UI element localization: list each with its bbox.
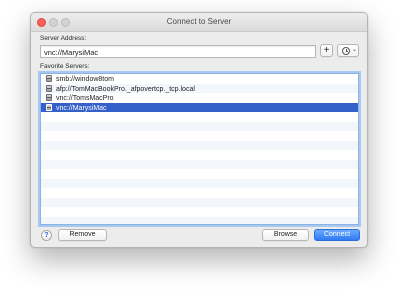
empty-row xyxy=(41,140,358,150)
favorite-servers-list[interactable]: smb://window8tom afp://TomMacBookPro._af… xyxy=(40,73,359,225)
help-button[interactable]: ? xyxy=(41,230,52,241)
empty-row xyxy=(41,216,358,224)
add-favorite-button[interactable]: + xyxy=(320,44,333,57)
connect-button[interactable]: Connect xyxy=(314,229,360,241)
list-item[interactable]: smb://window8tom xyxy=(41,74,358,84)
server-icon xyxy=(46,103,52,111)
server-icon xyxy=(46,84,52,92)
empty-row xyxy=(41,169,358,179)
list-item[interactable]: vnc://TomsMacPro xyxy=(41,93,358,103)
list-item-label: vnc://MarysiMac xyxy=(56,104,107,112)
favorite-servers-label: Favorite Servers: xyxy=(40,63,90,70)
empty-row xyxy=(41,150,358,160)
recent-servers-button[interactable]: ⌄ xyxy=(337,44,359,57)
server-address-input[interactable]: vnc://MarysiMac xyxy=(40,45,316,58)
server-icon xyxy=(46,75,52,82)
browse-button[interactable]: Browse xyxy=(262,229,309,241)
remove-button[interactable]: Remove xyxy=(58,229,107,241)
empty-row xyxy=(41,121,358,131)
empty-row xyxy=(41,197,358,207)
list-item-label: vnc://TomsMacPro xyxy=(56,95,114,102)
server-address-label: Server Address: xyxy=(40,35,87,42)
window-title: Connect to Server xyxy=(166,17,232,26)
empty-row xyxy=(41,159,358,169)
empty-row xyxy=(41,112,358,122)
empty-row xyxy=(41,131,358,141)
empty-row xyxy=(41,178,358,188)
titlebar: Connect to Server xyxy=(31,13,367,32)
empty-row xyxy=(41,207,358,217)
clock-icon xyxy=(342,47,350,55)
connect-to-server-window: Connect to Server Server Address: vnc://… xyxy=(30,12,368,248)
server-icon xyxy=(46,94,52,101)
chevron-down-icon: ⌄ xyxy=(352,47,358,53)
list-item[interactable]: afp://TomMacBookPro._afpovertcp._tcp.loc… xyxy=(41,83,358,93)
list-item-selected[interactable]: vnc://MarysiMac xyxy=(41,102,358,112)
list-item-label: afp://TomMacBookPro._afpovertcp._tcp.loc… xyxy=(56,85,195,93)
list-item-label: smb://window8tom xyxy=(56,76,114,83)
empty-row xyxy=(41,188,358,198)
